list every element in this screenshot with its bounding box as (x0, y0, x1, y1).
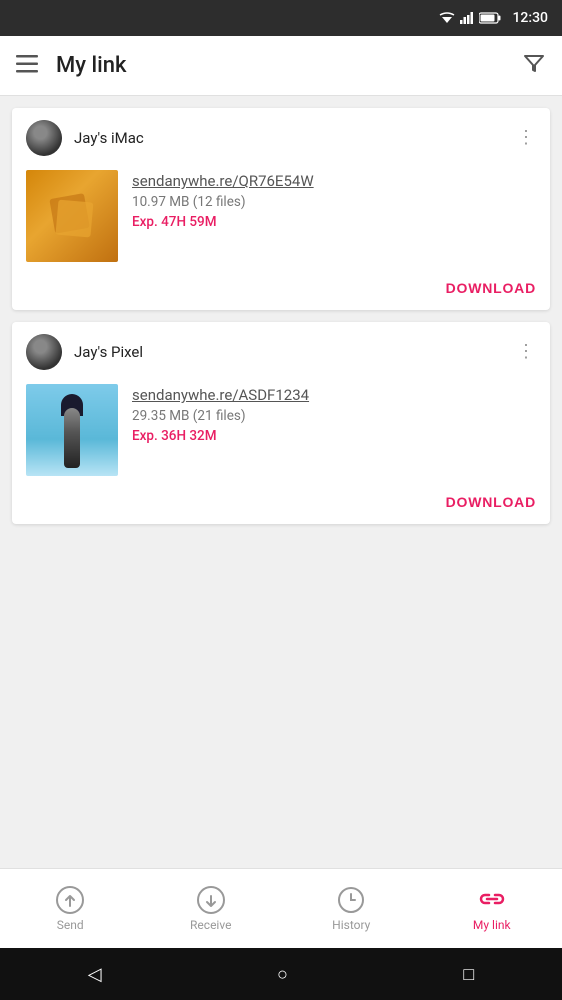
home-button[interactable]: ○ (277, 964, 288, 985)
thumbnail (26, 384, 118, 476)
file-info: sendanywhe.re/QR76E54W 10.97 MB (12 file… (132, 170, 536, 230)
card-body: sendanywhe.re/ASDF1234 29.35 MB (21 file… (12, 380, 550, 490)
top-bar: My link (0, 36, 562, 96)
file-link[interactable]: sendanywhe.re/ASDF1234 (132, 386, 536, 404)
file-size: 10.97 MB (12 files) (132, 194, 536, 210)
avatar (26, 334, 62, 370)
main-content: Jay's iMac ⋮ sendanywhe.re/QR76E54W 10.9… (0, 96, 562, 868)
nav-item-history[interactable]: History (311, 886, 391, 932)
nav-item-mylink[interactable]: My link (452, 886, 532, 932)
menu-icon[interactable] (16, 55, 38, 76)
file-link[interactable]: sendanywhe.re/QR76E54W (132, 172, 536, 190)
card-body: sendanywhe.re/QR76E54W 10.97 MB (12 file… (12, 166, 550, 276)
thumbnail (26, 170, 118, 262)
nav-label-receive: Receive (190, 918, 231, 932)
nav-item-receive[interactable]: Receive (171, 886, 251, 932)
file-expiry: Exp. 36H 32M (132, 428, 536, 444)
nav-item-send[interactable]: Send (30, 886, 110, 932)
card-item: Jay's iMac ⋮ sendanywhe.re/QR76E54W 10.9… (12, 108, 550, 310)
status-icons: 12:30 (439, 10, 548, 26)
status-bar: 12:30 (0, 0, 562, 36)
download-button[interactable]: DOWNLOAD (446, 494, 536, 510)
avatar (26, 120, 62, 156)
card-header: Jay's Pixel ⋮ (12, 322, 550, 380)
receive-icon (197, 886, 225, 914)
nav-label-mylink: My link (473, 918, 511, 932)
file-size: 29.35 MB (21 files) (132, 408, 536, 424)
more-menu-icon[interactable]: ⋮ (517, 343, 536, 361)
download-button[interactable]: DOWNLOAD (446, 280, 536, 296)
file-info: sendanywhe.re/ASDF1234 29.35 MB (21 file… (132, 384, 536, 444)
nav-label-send: Send (57, 918, 84, 932)
history-icon (337, 886, 365, 914)
device-name: Jay's Pixel (74, 343, 517, 361)
page-title: My link (56, 53, 522, 78)
card-item: Jay's Pixel ⋮ sendanywhe.re/ASDF1234 29.… (12, 322, 550, 524)
status-time: 12:30 (512, 10, 548, 26)
more-menu-icon[interactable]: ⋮ (517, 129, 536, 147)
wifi-icon (439, 12, 455, 24)
nav-label-history: History (332, 918, 370, 932)
card-footer: DOWNLOAD (12, 490, 550, 524)
file-expiry: Exp. 47H 59M (132, 214, 536, 230)
filter-icon[interactable] (522, 51, 546, 81)
card-header: Jay's iMac ⋮ (12, 108, 550, 166)
bottom-nav: Send Receive History My link (0, 868, 562, 948)
signal-icon (460, 12, 474, 24)
send-icon (56, 886, 84, 914)
device-name: Jay's iMac (74, 129, 517, 147)
recent-button[interactable]: □ (463, 964, 474, 985)
link-icon (478, 886, 506, 914)
card-footer: DOWNLOAD (12, 276, 550, 310)
system-nav: ◁ ○ □ (0, 948, 562, 1000)
battery-icon (479, 12, 501, 24)
back-button[interactable]: ◁ (88, 964, 102, 985)
